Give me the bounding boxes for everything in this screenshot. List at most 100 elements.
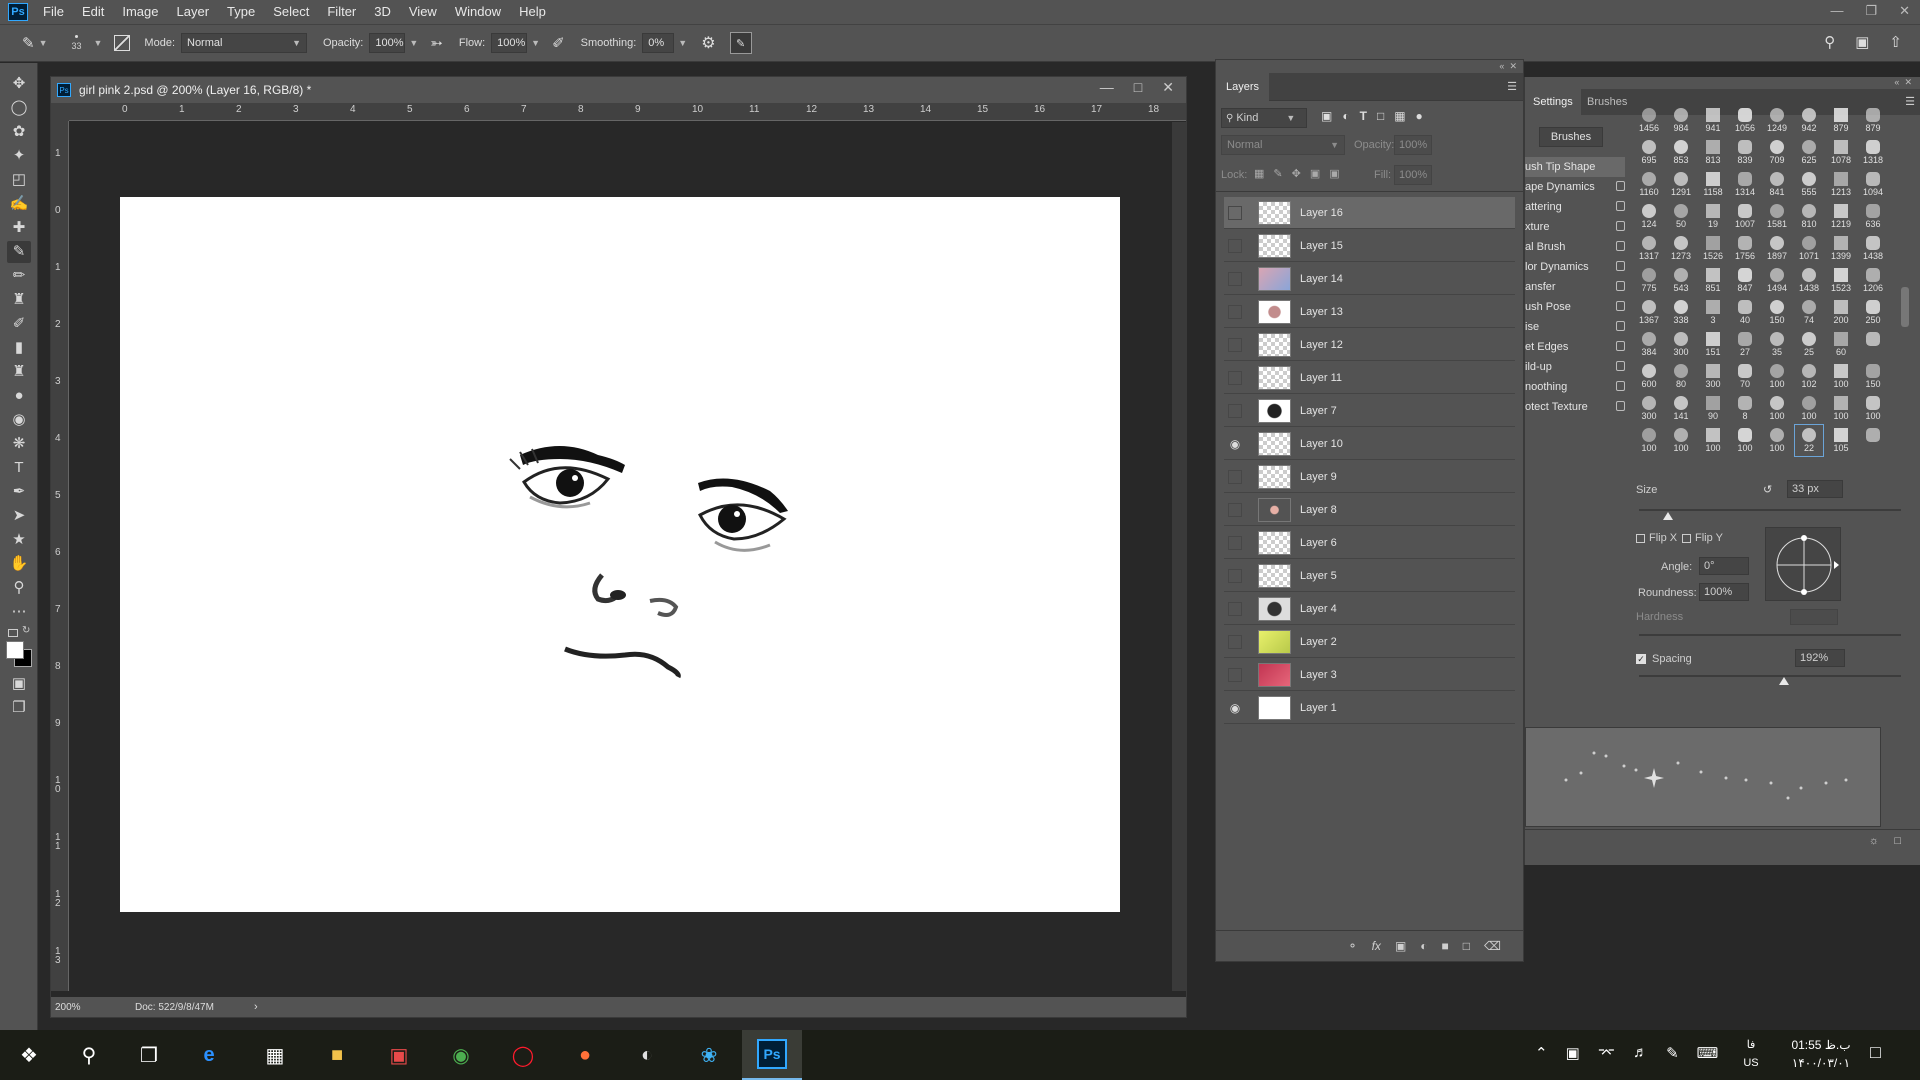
windows-start-icon[interactable]: ❖ (12, 1038, 46, 1072)
vertical-scrollbar[interactable] (1172, 122, 1186, 991)
foreground-color-swatch[interactable] (6, 641, 24, 659)
menu-filter[interactable]: Filter (318, 0, 365, 24)
default-colors-icon[interactable] (8, 629, 18, 637)
brush-tip[interactable]: 636 (1859, 201, 1887, 232)
layer-row[interactable]: Layer 12 (1224, 329, 1515, 361)
brush-tool-preset-icon[interactable]: ✎ (22, 34, 35, 52)
brush-tip[interactable]: 1094 (1859, 169, 1887, 200)
brush-option-item[interactable]: noothing (1525, 377, 1625, 397)
brush-tip[interactable]: 100 (1699, 425, 1727, 456)
brush-tip[interactable]: 100 (1731, 425, 1759, 456)
menu-window[interactable]: Window (446, 0, 510, 24)
tab-brushes[interactable]: Brushes (1579, 89, 1635, 115)
visibility-toggle[interactable] (1228, 337, 1242, 352)
filter-adjustment-icon[interactable]: ◐ (1342, 109, 1349, 123)
brush-size-preview[interactable]: 33 (64, 34, 90, 52)
history-brush-tool-icon[interactable]: ✐ (7, 313, 31, 335)
brush-tip[interactable]: 100 (1795, 393, 1823, 424)
dodge-tool-icon[interactable]: ◉ (7, 409, 31, 431)
eye-icon[interactable]: ◉ (1224, 437, 1246, 451)
smoothing-input[interactable]: 0% (642, 33, 675, 53)
brush-tip[interactable]: 1438 (1795, 265, 1823, 296)
layer-row[interactable]: Layer 8 (1224, 494, 1515, 526)
lock-icon[interactable] (1616, 381, 1625, 391)
spacing-slider-handle[interactable] (1779, 677, 1789, 685)
lasso-tool-icon[interactable]: ✿ (7, 121, 31, 143)
brush-tip[interactable]: 543 (1667, 265, 1695, 296)
lock-icon[interactable] (1616, 181, 1625, 191)
brush-tip[interactable]: 1160 (1635, 169, 1663, 200)
search-icon[interactable]: ⚲ (72, 1038, 106, 1072)
brush-tip[interactable]: 100 (1859, 393, 1887, 424)
spacing-slider-track[interactable] (1639, 675, 1901, 677)
lock-all-icon[interactable]: ▣ (1329, 167, 1339, 180)
brush-tip[interactable]: 1526 (1699, 233, 1727, 264)
brush-tip[interactable]: 90 (1699, 393, 1727, 424)
layer-opacity-input[interactable]: 100% (1394, 135, 1432, 155)
layer-row[interactable]: Layer 9 (1224, 461, 1515, 493)
brush-tip[interactable]: 847 (1731, 265, 1759, 296)
brush-tip[interactable]: 695 (1635, 137, 1663, 168)
new-brush-icon[interactable]: □ (1894, 835, 1901, 847)
brush-angle-widget[interactable] (1765, 527, 1841, 601)
layer-row[interactable]: Layer 14 (1224, 263, 1515, 295)
filter-shape-icon[interactable]: □ (1377, 109, 1384, 123)
opera-browser-icon[interactable]: ◯ (506, 1038, 540, 1072)
doc-maximize-icon[interactable]: □ (1134, 79, 1142, 96)
brush-tip[interactable]: 1523 (1827, 265, 1855, 296)
layer-row[interactable]: Layer 6 (1224, 527, 1515, 559)
layer-style-icon[interactable]: fx (1372, 939, 1381, 953)
painting-app-icon[interactable]: ❀ (692, 1038, 726, 1072)
lock-icon[interactable] (1616, 221, 1625, 231)
layer-row[interactable]: Layer 3 (1224, 659, 1515, 691)
brush-tip[interactable]: 941 (1699, 105, 1727, 136)
layer-row[interactable]: Layer 11 (1224, 362, 1515, 394)
close-panel-icon[interactable]: ✕ (1509, 61, 1517, 71)
notification-icon[interactable]: □ (1870, 1042, 1881, 1063)
vertical-ruler[interactable]: 1 0 1 2 3 4 5 6 7 8 9 10 11 12 13 (51, 121, 69, 991)
brush-tip[interactable]: 1291 (1667, 169, 1695, 200)
gear-icon[interactable]: ⚙ (701, 33, 715, 53)
swap-colors-icon[interactable]: ↻ (22, 625, 30, 636)
blend-mode-select[interactable]: Normal ▼ (1221, 135, 1345, 155)
roundness-input[interactable]: 100% (1699, 583, 1749, 601)
menu-edit[interactable]: Edit (73, 0, 113, 24)
size-slider-track[interactable] (1639, 509, 1901, 511)
brush-tip[interactable]: 813 (1699, 137, 1727, 168)
lock-position-icon[interactable]: ✥ (1292, 167, 1301, 180)
brush-option-item[interactable]: ush Tip Shape (1525, 157, 1625, 177)
eyedropper-tool-icon[interactable]: ✍ (7, 193, 31, 215)
sponge-tool-icon[interactable]: ❋ (7, 433, 31, 455)
eye-icon[interactable]: ◉ (1224, 701, 1246, 715)
size-input[interactable]: 33 px (1787, 480, 1843, 498)
canvas[interactable] (120, 197, 1120, 912)
lock-artboard-icon[interactable]: ▣ (1310, 167, 1320, 180)
brush-tip[interactable]: 1367 (1635, 297, 1663, 328)
size-slider-handle[interactable] (1663, 512, 1673, 520)
brush-tip[interactable]: 150 (1763, 297, 1791, 328)
brush-option-item[interactable]: ape Dynamics (1525, 177, 1625, 197)
visibility-toggle[interactable] (1228, 370, 1242, 385)
spot-healing-tool-icon[interactable]: ✚ (7, 217, 31, 239)
brush-option-item[interactable]: otect Texture (1525, 397, 1625, 417)
brush-tip[interactable]: 40 (1731, 297, 1759, 328)
toggle-preview-icon[interactable]: ☼ (1869, 835, 1879, 847)
flip-x-checkbox[interactable]: Flip X (1636, 532, 1677, 544)
brush-tip[interactable] (1859, 329, 1887, 360)
brush-tip[interactable]: 625 (1795, 137, 1823, 168)
flow-input[interactable]: 100% (491, 33, 528, 53)
close-panel-icon[interactable]: ✕ (1904, 77, 1912, 87)
brush-tip[interactable]: 1438 (1859, 233, 1887, 264)
brush-tip[interactable]: 25 (1795, 329, 1823, 360)
photoshop-taskbar-button[interactable]: Ps (742, 1030, 802, 1080)
brush-tip[interactable]: 1071 (1795, 233, 1823, 264)
type-tool-icon[interactable]: T (7, 457, 31, 479)
brush-tip[interactable]: 100 (1635, 425, 1663, 456)
visibility-toggle[interactable] (1228, 502, 1242, 517)
new-layer-icon[interactable]: □ (1463, 939, 1470, 953)
lock-transparent-icon[interactable]: ▦ (1254, 167, 1264, 180)
brush-tip[interactable]: 1494 (1763, 265, 1791, 296)
doc-minimize-icon[interactable]: — (1100, 79, 1114, 96)
airbrush-icon[interactable]: ✐ (552, 34, 565, 52)
spacing-checkbox[interactable]: ✓ Spacing (1636, 653, 1692, 665)
